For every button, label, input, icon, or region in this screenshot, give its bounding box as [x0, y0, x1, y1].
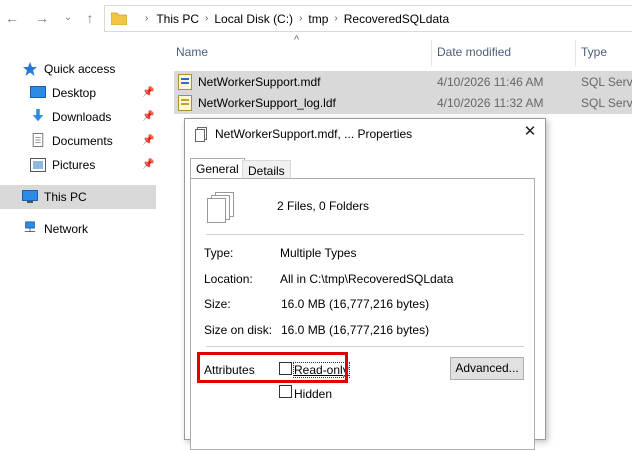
document-icon [195, 127, 207, 142]
column-header-name[interactable]: Name [176, 45, 208, 63]
column-divider[interactable] [431, 40, 432, 66]
size-value: 16.0 MB (16,777,216 bytes) [281, 297, 430, 311]
sidebar-item-downloads[interactable]: Downloads 📌 [0, 105, 156, 129]
sidebar-item-label: Pictures [52, 158, 96, 172]
location-label: Location: [204, 272, 253, 286]
pictures-icon [30, 158, 46, 172]
column-divider[interactable] [575, 40, 576, 66]
file-row[interactable]: NetWorkerSupport_log.ldf 4/10/2026 11:32… [174, 92, 632, 114]
hidden-label[interactable]: Hidden [294, 387, 332, 401]
file-date: 4/10/2026 11:32 AM [437, 96, 544, 110]
summary-text: 2 Files, 0 Folders [277, 199, 370, 213]
sidebar-item-quick-access[interactable]: Quick access [0, 57, 156, 81]
advanced-button[interactable]: Advanced... [450, 357, 524, 380]
type-label: Type: [204, 246, 234, 260]
breadcrumb-local-disk[interactable]: Local Disk (C:) [214, 12, 293, 26]
documents-icon [32, 133, 44, 147]
sidebar-item-label: Quick access [44, 62, 116, 76]
sidebar-item-pictures[interactable]: Pictures 📌 [0, 153, 156, 177]
sidebar-item-documents[interactable]: Documents 📌 [0, 129, 156, 153]
computer-icon [22, 190, 38, 203]
tab-general[interactable]: General [190, 158, 245, 180]
sort-ascending-icon: ^ [294, 34, 300, 46]
pin-icon[interactable]: 📌 [142, 159, 154, 171]
download-icon [32, 109, 44, 122]
dialog-title: NetWorkerSupport.mdf, ... Properties [215, 127, 413, 141]
size-label: Size: [204, 297, 231, 311]
network-icon [24, 221, 36, 232]
sidebar-item-this-pc[interactable]: This PC [0, 185, 156, 209]
breadcrumb-recoveredsqldata[interactable]: RecoveredSQLdata [344, 12, 449, 26]
sidebar-item-label: Documents [52, 134, 113, 148]
pin-icon[interactable]: 📌 [142, 87, 154, 99]
close-icon[interactable]: ✕ [521, 123, 539, 141]
file-name: NetWorkerSupport.mdf [198, 75, 321, 89]
forward-button[interactable]: → [34, 9, 50, 27]
star-icon [23, 62, 37, 76]
file-type: SQL Serve [581, 96, 632, 110]
column-header-date-modified[interactable]: Date modified [437, 45, 511, 63]
address-bar[interactable]: › This PC › Local Disk (C:) › tmp › Reco… [104, 5, 632, 32]
recent-locations-button[interactable]: ⌄ [60, 9, 76, 27]
up-button[interactable]: ↑ [82, 9, 98, 27]
hidden-checkbox[interactable] [279, 385, 292, 398]
attributes-highlight-box [197, 352, 348, 383]
type-value: Multiple Types [280, 246, 357, 260]
size-on-disk-label: Size on disk: [204, 323, 273, 337]
desktop-icon [30, 86, 46, 98]
sql-log-file-icon [178, 95, 192, 111]
back-button[interactable]: ← [4, 9, 20, 27]
column-header-type[interactable]: Type [581, 45, 607, 63]
properties-dialog: NetWorkerSupport.mdf, ... Properties ✕ G… [184, 118, 546, 450]
breadcrumb-tmp[interactable]: tmp [308, 12, 328, 26]
chevron-right-icon[interactable]: › [299, 13, 302, 24]
sidebar-item-label: Downloads [52, 110, 112, 124]
divider [206, 234, 524, 235]
breadcrumb-this-pc[interactable]: This PC [156, 12, 199, 26]
sidebar-item-network[interactable]: Network [0, 217, 156, 241]
chevron-right-icon[interactable]: › [145, 13, 148, 24]
general-tab-panel: 2 Files, 0 Folders Type: Multiple Types … [190, 178, 535, 450]
pin-icon[interactable]: 📌 [142, 111, 154, 123]
chevron-right-icon[interactable]: › [334, 13, 337, 24]
sidebar-item-label: This PC [44, 190, 87, 204]
sql-database-file-icon [178, 74, 192, 90]
chevron-right-icon[interactable]: › [205, 13, 208, 24]
file-row[interactable]: NetWorkerSupport.mdf 4/10/2026 11:46 AM … [174, 71, 632, 93]
sidebar-item-label: Network [44, 222, 89, 236]
file-type: SQL Serve [581, 75, 632, 89]
folder-icon [111, 12, 127, 25]
file-name: NetWorkerSupport_log.ldf [198, 96, 336, 110]
divider [206, 346, 524, 347]
multiple-files-icon [207, 192, 234, 223]
pin-icon[interactable]: 📌 [142, 135, 154, 147]
sidebar-item-desktop[interactable]: Desktop 📌 [0, 81, 156, 105]
sidebar-item-label: Desktop [52, 86, 97, 100]
location-value: All in C:\tmp\RecoveredSQLdata [280, 272, 454, 286]
size-on-disk-value: 16.0 MB (16,777,216 bytes) [281, 323, 430, 337]
file-date: 4/10/2026 11:46 AM [437, 75, 544, 89]
breadcrumb: › This PC › Local Disk (C:) › tmp › Reco… [139, 6, 449, 31]
